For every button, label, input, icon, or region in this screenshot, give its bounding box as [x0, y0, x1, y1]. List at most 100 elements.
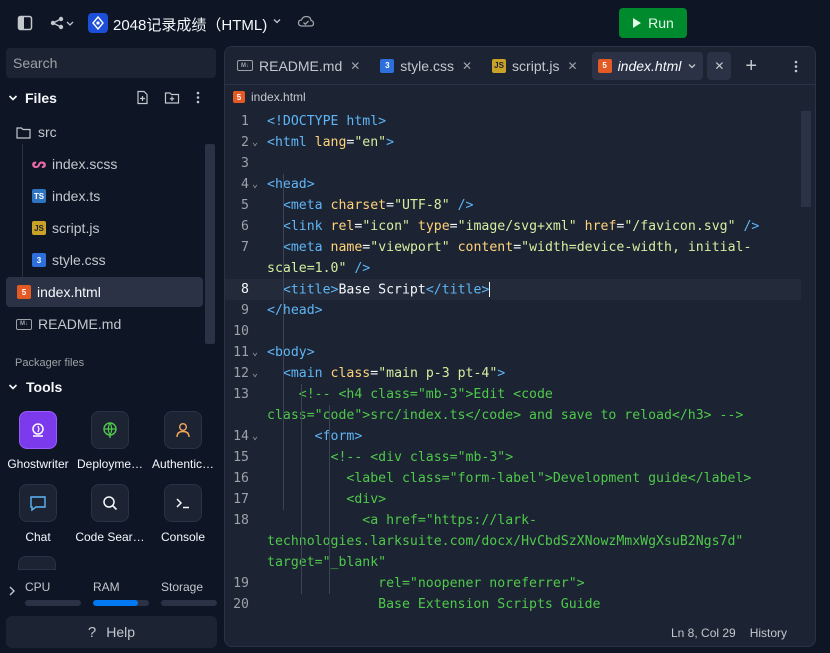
code-text: <meta charset="UTF-8" /> — [267, 198, 474, 213]
chevron-down-icon[interactable] — [687, 61, 697, 71]
new-tab-icon[interactable]: + — [745, 56, 757, 76]
search-input[interactable]: Search — [6, 48, 216, 78]
breadcrumb[interactable]: 5 index.html — [225, 85, 815, 109]
close-icon[interactable]: ✕ — [462, 59, 472, 73]
more-options-icon[interactable] — [793, 59, 799, 74]
code-line[interactable]: 17 <div> — [225, 489, 801, 510]
code-token: class="code">src/index.ts</code> and sav… — [267, 408, 744, 423]
code-line[interactable]: 16 <label class="form-label">Development… — [225, 468, 801, 489]
code-line[interactable]: 5 <meta charset="UTF-8" /> — [225, 195, 801, 216]
help-button[interactable]: ? Help — [6, 616, 217, 648]
history-button[interactable]: History — [750, 626, 787, 640]
tab-style-css[interactable]: 3 style.css ✕ — [374, 52, 478, 80]
tab-readme-md[interactable]: M↓ README.md ✕ — [231, 52, 366, 80]
editor-tab-bar: M↓ README.md ✕ 3 style.css ✕ JS script.j… — [225, 47, 815, 85]
ts-file-icon: TS — [32, 189, 46, 203]
code-token: "en" — [354, 135, 387, 150]
code-line[interactable]: 3 — [225, 153, 801, 174]
fold-chevron-icon[interactable]: ⌄ — [252, 431, 258, 442]
code-text: <label class="form-label">Development gu… — [267, 471, 751, 486]
branch-menu-icon[interactable] — [48, 14, 76, 32]
tool-label: Deployme… — [76, 457, 144, 471]
code-line[interactable]: target="_blank" — [225, 552, 801, 573]
code-line[interactable]: 1 <!DOCTYPE html> — [225, 111, 801, 132]
code-text: <a href="https://lark- — [267, 513, 537, 528]
resource-usage[interactable]: CPU RAM Storage — [0, 574, 222, 614]
file-index-ts[interactable]: TS index.ts — [6, 181, 202, 211]
tab-script-js[interactable]: JS script.js ✕ — [486, 52, 584, 80]
close-active-tab-button[interactable]: ✕ — [707, 51, 732, 80]
code-line[interactable]: class="code">src/index.ts</code> and sav… — [225, 405, 801, 426]
project-name[interactable]: 2048记录成绩（HTML) — [113, 14, 267, 35]
tab-index-html[interactable]: 5 index.html — [591, 51, 704, 80]
tool-deployments[interactable]: Deployme… — [73, 411, 147, 481]
code-line[interactable]: 12 ⌄ <main class="main p-3 pt-4"> — [225, 363, 801, 384]
storage-label: Storage — [161, 580, 204, 594]
chevron-down-icon[interactable] — [272, 16, 282, 26]
cpu-label: CPU — [25, 580, 51, 594]
sidebar-toggle-icon[interactable] — [16, 14, 34, 32]
code-text: <!-- <div class="mb-3"> — [267, 450, 514, 465]
code-line[interactable]: 9 </head> — [225, 300, 801, 321]
code-line[interactable]: scale=1.0" /> — [225, 258, 801, 279]
code-line[interactable]: 4 ⌄ <head> — [225, 174, 801, 195]
close-icon[interactable]: ✕ — [568, 59, 578, 73]
code-text: <meta name="viewport" content="width=dev… — [267, 240, 752, 255]
code-line[interactable]: 2 ⌄ <html lang="en"> — [225, 132, 801, 153]
file-index-html[interactable]: 5 index.html — [6, 277, 203, 307]
run-button[interactable]: Run — [619, 8, 687, 38]
tool-code-search[interactable]: Code Sear… — [73, 484, 147, 554]
close-icon[interactable]: ✕ — [350, 59, 360, 73]
code-token: type — [409, 219, 450, 234]
code-line[interactable]: 20 Base Extension Scripts Guide — [225, 594, 801, 615]
code-token: "/favicon.svg" — [624, 219, 736, 234]
code-line[interactable]: 14 ⌄ <form> — [225, 426, 801, 447]
fold-chevron-icon[interactable]: ⌄ — [252, 347, 258, 358]
fold-chevron-icon[interactable]: ⌄ — [252, 137, 258, 148]
code-line[interactable]: 8 <title>Base Script</title> — [225, 279, 801, 300]
code-line[interactable]: 18 <a href="https://lark- — [225, 510, 801, 531]
tools-section-header[interactable]: Tools — [0, 374, 222, 400]
code-line[interactable]: 7 <meta name="viewport" content="width=d… — [225, 237, 801, 258]
more-options-icon[interactable] — [195, 90, 201, 105]
editor-scrollbar[interactable] — [801, 111, 811, 207]
tool-chat[interactable]: Chat — [1, 484, 75, 554]
code-line[interactable]: 13 <!-- <h4 class="mb-3">Edit <code — [225, 384, 801, 405]
code-area[interactable]: 1 <!DOCTYPE html> 2 ⌄ <html lang="en"> 3 4 ⌄ <he… — [225, 111, 815, 646]
code-line[interactable]: 10 — [225, 321, 801, 342]
tool-console[interactable]: Console — [146, 484, 220, 554]
code-line[interactable]: 19 rel="noopener noreferrer"> — [225, 573, 801, 594]
code-token: > — [497, 366, 506, 381]
file-script-js[interactable]: JS script.js — [6, 213, 202, 243]
tab-label: README.md — [259, 57, 343, 74]
code-line[interactable]: technologies.larksuite.com/docx/HvCbdSzX… — [225, 531, 801, 552]
tool-authentication[interactable]: Authentic… — [146, 411, 220, 481]
fold-chevron-icon[interactable]: ⌄ — [252, 368, 258, 379]
line-number: 13 — [233, 387, 249, 402]
folder-src[interactable]: src — [6, 117, 202, 147]
file-style-css[interactable]: 3 style.css — [6, 245, 202, 275]
sidebar-scrollbar[interactable] — [205, 144, 215, 344]
code-token: lang — [314, 135, 347, 150]
file-readme-md[interactable]: M↓ README.md — [6, 309, 202, 339]
tab-label: style.css — [400, 57, 454, 74]
code-token: Base Script — [338, 282, 426, 298]
html-file-icon: 5 — [597, 58, 612, 73]
cursor-position[interactable]: Ln 8, Col 29 — [671, 626, 736, 640]
code-line[interactable]: 15 <!-- <div class="mb-3"> — [225, 447, 801, 468]
files-title: Files — [25, 90, 57, 106]
packager-files-label[interactable]: Packager files — [15, 357, 84, 369]
tool-ghostwriter[interactable]: Ghostwriter — [1, 411, 75, 481]
code-line[interactable]: 6 <link rel="icon" type="image/svg+xml" … — [225, 216, 801, 237]
fold-chevron-icon[interactable]: ⌄ — [252, 179, 258, 190]
code-token: "image/svg+xml" — [457, 219, 577, 234]
file-index-scss[interactable]: ᔕ index.scss — [6, 149, 202, 179]
files-section-header[interactable]: Files — [0, 84, 216, 112]
new-file-icon[interactable] — [135, 90, 150, 105]
new-folder-icon[interactable] — [164, 90, 180, 105]
code-line[interactable]: 11 ⌄ <body> — [225, 342, 801, 363]
